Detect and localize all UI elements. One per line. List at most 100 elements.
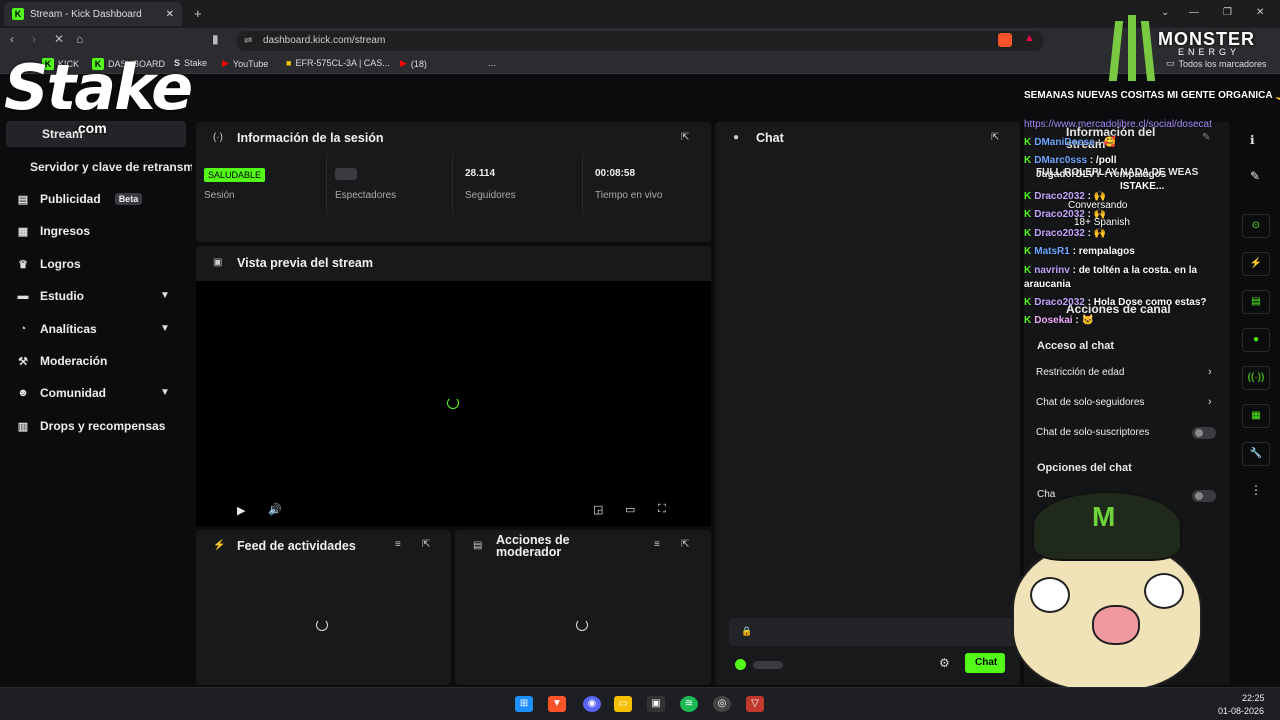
chat-title: Chat bbox=[756, 131, 784, 145]
edit-icon[interactable]: ✎ bbox=[1250, 169, 1260, 183]
share-icon[interactable]: ⋮ bbox=[1250, 483, 1262, 497]
overlay-message: K DMarc0sss : /poll bbox=[1024, 155, 1117, 166]
chat-username: DManiDoose bbox=[1034, 137, 1095, 148]
stat-value: 28.114 bbox=[465, 168, 496, 179]
lightning-icon: ⚡ bbox=[213, 540, 226, 551]
forward-icon[interactable]: › bbox=[32, 32, 36, 46]
popout-icon[interactable]: ⇱ bbox=[681, 539, 689, 550]
session-title: Información de la sesión bbox=[237, 131, 384, 145]
fullscreen-icon[interactable]: ⛶ bbox=[658, 503, 666, 516]
age-restriction-item[interactable]: Restricción de edad bbox=[1036, 367, 1124, 378]
bookmark-youtube-18[interactable]: ▶ (18) bbox=[400, 58, 427, 69]
kick-emote-icon[interactable] bbox=[735, 659, 746, 670]
maximize-button[interactable]: ❐ bbox=[1223, 7, 1232, 18]
chat-text: : Hola Dose como estas? bbox=[1087, 297, 1207, 308]
monster-brand-sub: ENERGY bbox=[1178, 47, 1241, 57]
subs-only-toggle[interactable] bbox=[1192, 427, 1216, 439]
chat-input[interactable]: 🔒 bbox=[729, 618, 1020, 646]
loading-spinner-icon bbox=[447, 397, 459, 409]
bookmark-icon[interactable]: ▮ bbox=[212, 32, 219, 46]
app-icon[interactable]: ▽ bbox=[746, 696, 764, 712]
followers-only-item[interactable]: Chat de solo-seguidores bbox=[1036, 397, 1144, 408]
sidebar-item-drops[interactable]: ▥ Drops y recompensas bbox=[16, 419, 166, 433]
camera-icon[interactable]: ⊙ bbox=[1242, 214, 1270, 238]
overlay-link[interactable]: https://www.mercadolibre.cl/social/dosec… bbox=[1024, 119, 1212, 130]
chevron-down-icon[interactable]: ▼ bbox=[160, 323, 170, 334]
layout-icon[interactable]: ▦ bbox=[1242, 404, 1270, 428]
home-icon[interactable]: ⌂ bbox=[76, 32, 83, 46]
chat-bubble-icon[interactable]: ● bbox=[1242, 328, 1270, 352]
video-player[interactable]: ▶ 🔊 ◲ ▭ ⛶ bbox=[196, 281, 711, 526]
sidebar-item-studio[interactable]: ▬ Estudio bbox=[16, 289, 85, 303]
stat-label: Tiempo en vivo bbox=[595, 190, 663, 201]
lightning-icon[interactable]: ⚡ bbox=[1242, 252, 1270, 276]
edit-icon[interactable]: ✎ bbox=[1202, 132, 1210, 143]
steam-app-icon[interactable]: ◎ bbox=[713, 696, 731, 712]
chevron-down-icon[interactable]: ▼ bbox=[160, 290, 170, 301]
sidebar-item-server-key[interactable]: Servidor y clave de retransmisión bbox=[30, 160, 192, 174]
chevron-right-icon[interactable]: › bbox=[1208, 366, 1212, 378]
file-explorer-icon[interactable]: ▭ bbox=[614, 696, 632, 712]
chevron-down-icon[interactable]: ▼ bbox=[160, 387, 170, 398]
folder-icon: ▭ bbox=[1166, 58, 1175, 68]
tab-search-icon[interactable]: ⌄ bbox=[1161, 7, 1169, 18]
preview-title: Vista previa del stream bbox=[237, 256, 373, 270]
windows-start-icon[interactable]: ⊞ bbox=[515, 696, 533, 712]
chevron-right-icon[interactable]: › bbox=[1208, 396, 1212, 408]
brave-shield-icon[interactable] bbox=[998, 33, 1012, 47]
filter-icon[interactable]: ≡ bbox=[395, 539, 401, 550]
session-info-panel: (·) Información de la sesión ⇱ SALUDABLE… bbox=[196, 122, 711, 242]
notes-icon[interactable]: ▤ bbox=[1242, 290, 1270, 314]
chat-settings-icon[interactable]: ⚙ bbox=[939, 656, 950, 670]
volume-icon[interactable]: 🔊 bbox=[268, 503, 282, 516]
stat-session: SALUDABLE Sesión bbox=[196, 154, 327, 214]
bookmark-label: YouTube bbox=[232, 58, 269, 69]
bookmark-more[interactable]: ... bbox=[488, 58, 496, 68]
new-tab-button[interactable]: + bbox=[194, 6, 202, 21]
activity-feed-panel: ⚡ Feed de actividades ≡ ⇱ bbox=[196, 530, 451, 685]
sidebar-item-community[interactable]: ☻ Comunidad bbox=[16, 386, 106, 400]
chat-username: Draco2032 bbox=[1034, 297, 1085, 308]
minimize-button[interactable]: — bbox=[1189, 7, 1199, 18]
bookmark-label: Todos los marcadores bbox=[1178, 58, 1267, 69]
discord-app-icon[interactable]: ◉ bbox=[583, 696, 601, 712]
analytics-icon: ◔ bbox=[19, 323, 27, 335]
reload-icon[interactable]: ✕ bbox=[54, 32, 64, 46]
sidebar-item-ads[interactable]: ▤ Publicidad Beta bbox=[16, 192, 143, 206]
play-icon[interactable]: ▶ bbox=[237, 504, 245, 517]
back-icon[interactable]: ‹ bbox=[10, 32, 14, 46]
status-badge: SALUDABLE bbox=[204, 168, 266, 182]
sidebar-item-label: Estudio bbox=[40, 289, 84, 303]
sidebar-item-analytics[interactable]: ◔ Analíticas bbox=[16, 322, 97, 336]
mod-actions-panel: ▤ Acciones de moderador ≡ ⇱ bbox=[455, 530, 711, 685]
spotify-app-icon[interactable]: ≋ bbox=[680, 696, 698, 712]
brave-app-icon[interactable]: ▼ bbox=[548, 696, 566, 712]
sidebar-item-moderation[interactable]: ⚒ Moderación bbox=[16, 354, 107, 368]
chat-username: MatsR1 bbox=[1034, 246, 1070, 257]
session-icon: (·) bbox=[213, 132, 223, 143]
browser-tab[interactable]: K Stream - Kick Dashboard ✕ bbox=[4, 2, 182, 26]
info-icon[interactable]: ℹ bbox=[1250, 133, 1255, 147]
popout-icon[interactable]: ⇱ bbox=[681, 132, 689, 143]
tab-close-icon[interactable]: ✕ bbox=[166, 9, 174, 20]
filter-icon[interactable]: ≡ bbox=[654, 539, 660, 550]
broadcast-icon[interactable]: ((·)) bbox=[1242, 366, 1270, 390]
shop-icon: ■ bbox=[286, 58, 292, 68]
bookmark-casio[interactable]: ■ EFR-575CL-3A | CAS... bbox=[286, 58, 390, 68]
close-window-button[interactable]: ✕ bbox=[1256, 7, 1264, 18]
brave-rewards-icon[interactable]: ▲ bbox=[1024, 32, 1035, 44]
obs-app-icon[interactable]: ▣ bbox=[647, 696, 665, 712]
pip-icon[interactable]: ◲ bbox=[593, 503, 603, 516]
wrench-icon[interactable]: 🔧 bbox=[1242, 442, 1270, 466]
theater-icon[interactable]: ▭ bbox=[625, 503, 635, 516]
popout-icon[interactable]: ⇱ bbox=[422, 539, 430, 550]
all-bookmarks[interactable]: ▭ Todos los marcadores bbox=[1166, 58, 1267, 69]
site-info-icon[interactable]: ⇌ bbox=[244, 31, 252, 51]
bookmark-youtube[interactable]: ▶ YouTube bbox=[222, 58, 268, 69]
sidebar-item-label: Comunidad bbox=[40, 386, 106, 400]
address-bar[interactable]: ⇌ dashboard.kick.com/stream bbox=[236, 31, 1044, 51]
sidebar-item-revenue[interactable]: ▦ Ingresos bbox=[16, 224, 90, 238]
overlay-tags: 18+ Spanish bbox=[1074, 217, 1130, 228]
sidebar-item-achievements[interactable]: ♛ Logros bbox=[16, 257, 81, 271]
popout-icon[interactable]: ⇱ bbox=[991, 132, 999, 143]
